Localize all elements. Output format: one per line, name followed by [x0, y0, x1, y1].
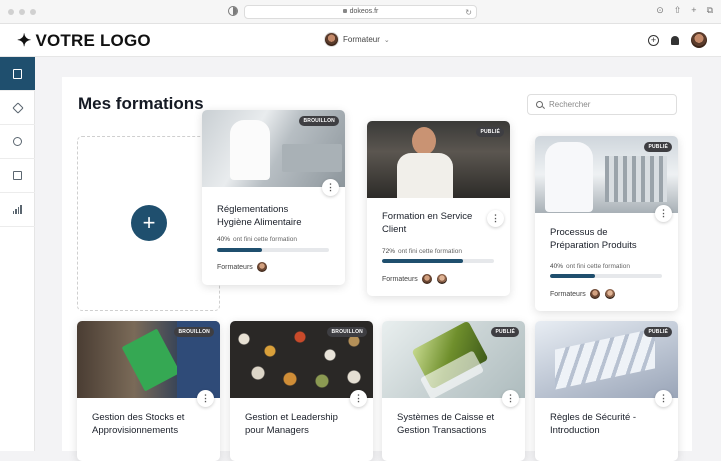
add-course-button[interactable]: + — [131, 205, 167, 241]
status-badge: PUBLIÉ — [644, 327, 672, 337]
status-badge: PUBLIÉ — [476, 127, 504, 137]
trainers: Formateurs — [382, 273, 448, 285]
sidebar-item-library[interactable] — [0, 159, 35, 193]
page-title: Mes formations — [78, 94, 204, 113]
logo-text: VOTRE LOGO — [35, 31, 151, 50]
avatar — [603, 288, 616, 300]
add-course-card[interactable]: + — [77, 136, 220, 311]
sidebar-item-paths[interactable] — [0, 125, 35, 159]
status-badge: BROUILLON — [174, 327, 214, 337]
status-badge: BROUILLON — [299, 116, 339, 126]
status-badge: PUBLIÉ — [644, 142, 672, 152]
sidebar-item-modules[interactable] — [0, 91, 35, 125]
sparkle-icon: ✦ — [17, 31, 32, 50]
avatar — [420, 273, 433, 285]
course-card[interactable]: BROUILLON ⋮ Gestion et Leadership pour Ma… — [230, 321, 373, 461]
course-card[interactable]: PUBLIÉ ⋮ Systèmes de Caisse et Gestion Tr… — [382, 321, 525, 461]
more-options-icon[interactable]: ⋮ — [350, 390, 367, 407]
search-placeholder: Rechercher — [549, 100, 591, 109]
more-options-icon[interactable]: ⋮ — [655, 205, 672, 222]
brand-logo[interactable]: ✦ VOTRE LOGO — [17, 31, 151, 51]
course-card[interactable]: BROUILLON ⋮ Réglementations Hygiène Alime… — [202, 110, 345, 285]
window-controls[interactable] — [8, 9, 36, 15]
avatar — [255, 261, 268, 273]
course-title: Formation en Service Client — [382, 211, 473, 235]
download-icon[interactable]: ⊙ — [656, 5, 664, 16]
trainers: Formateurs — [550, 288, 616, 300]
course-title: Systèmes de Caisse et Gestion Transaction… — [397, 412, 495, 436]
more-options-icon[interactable]: ⋮ — [197, 390, 214, 407]
cube-icon — [11, 101, 24, 114]
bell-icon[interactable] — [671, 35, 679, 45]
progress-bar — [550, 274, 662, 278]
role-switcher[interactable]: Formateur ⌄ — [324, 32, 390, 47]
header-actions: + — [648, 32, 707, 48]
reload-icon[interactable]: ↻ — [465, 7, 472, 19]
browser-actions: ⊙ ⇧ + ⧉ — [656, 5, 713, 16]
search-input[interactable]: Rechercher — [527, 94, 677, 115]
progress-label: 72% ont fini cette formation — [382, 248, 462, 255]
search-icon — [536, 101, 543, 108]
course-card[interactable]: PUBLIÉ ⋮ Formation en Service Client 72% o… — [367, 121, 510, 296]
browser-toolbar: dokeos.fr ↻ ⊙ ⇧ + ⧉ — [0, 0, 721, 24]
route-icon — [13, 137, 22, 146]
privacy-shield-icon[interactable] — [228, 6, 238, 16]
more-options-icon[interactable]: ⋮ — [322, 179, 339, 196]
url-text: dokeos.fr — [349, 8, 379, 15]
book-icon — [13, 68, 22, 79]
more-options-icon[interactable]: ⋮ — [502, 390, 519, 407]
add-icon[interactable]: + — [648, 34, 659, 46]
status-badge: BROUILLON — [327, 327, 367, 337]
progress-label: 40% ont fini cette formation — [217, 236, 297, 243]
more-options-icon[interactable]: ⋮ — [487, 210, 504, 227]
new-tab-icon[interactable]: + — [691, 5, 696, 16]
course-title: Gestion des Stocks et Approvisionnements — [92, 412, 185, 436]
course-title: Processus de Préparation Produits — [550, 227, 637, 251]
stack-icon — [13, 171, 22, 180]
address-bar[interactable]: dokeos.fr ↻ — [244, 5, 477, 19]
user-avatar[interactable] — [691, 32, 707, 48]
status-badge: PUBLIÉ — [491, 327, 519, 337]
course-title: Gestion et Leadership pour Managers — [245, 412, 338, 436]
progress-bar — [217, 248, 329, 252]
lock-icon — [342, 9, 347, 14]
course-title: Règles de Sécurité - Introduction — [550, 412, 637, 436]
progress-bar — [382, 259, 494, 263]
course-card[interactable]: PUBLIÉ ⋮ Processus de Préparation Produit… — [535, 136, 678, 311]
avatar — [435, 273, 448, 285]
sidebar-item-stats[interactable] — [0, 193, 35, 227]
avatar — [324, 32, 339, 47]
course-card[interactable]: BROUILLON ⋮ Gestion des Stocks et Approvi… — [77, 321, 220, 461]
trainers: Formateurs — [217, 261, 268, 273]
progress-label: 40% ont fini cette formation — [550, 263, 630, 270]
role-label: Formateur — [343, 35, 380, 44]
more-options-icon[interactable]: ⋮ — [655, 390, 672, 407]
chevron-down-icon: ⌄ — [383, 36, 390, 44]
sidebar-item-courses[interactable] — [0, 57, 35, 91]
bar-chart-icon — [12, 205, 23, 214]
share-icon[interactable]: ⇧ — [674, 5, 682, 16]
sidebar — [0, 57, 35, 451]
avatar — [588, 288, 601, 300]
course-card[interactable]: PUBLIÉ ⋮ Règles de Sécurité - Introductio… — [535, 321, 678, 461]
tabs-overview-icon[interactable]: ⧉ — [707, 5, 713, 16]
app-header: ✦ VOTRE LOGO Formateur ⌄ + — [0, 24, 721, 57]
course-title: Réglementations Hygiène Alimentaire — [217, 204, 302, 228]
